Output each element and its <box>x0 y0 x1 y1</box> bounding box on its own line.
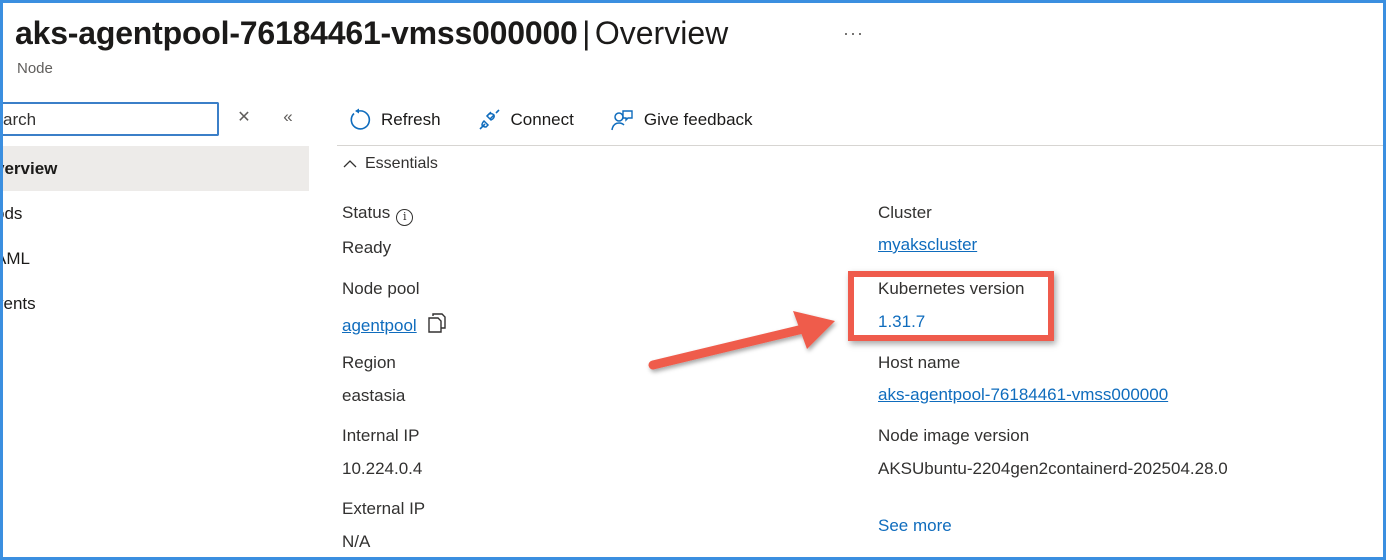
sidebar-nav: verview ods AML vents <box>3 146 309 326</box>
sidebar-item-events[interactable]: vents <box>3 281 309 326</box>
page-title: aks-agentpool-76184461-vmss000000 | Over… <box>15 15 728 52</box>
sidebar-item-overview[interactable]: verview <box>3 146 309 191</box>
chevron-up-icon <box>343 157 359 172</box>
screenshot-frame: aks-agentpool-76184461-vmss000000 | Over… <box>0 0 1386 560</box>
toolbar-divider <box>337 145 1383 146</box>
title-separator: | <box>582 15 591 51</box>
annotation-highlight-box <box>848 271 1054 341</box>
status-value: Ready <box>342 238 392 257</box>
node-pool-label: Node pool <box>342 279 420 298</box>
search-input[interactable]: arch <box>3 102 219 136</box>
connect-label: Connect <box>510 110 574 129</box>
sidebar-item-label: verview <box>3 159 58 178</box>
status-label: Status i <box>342 203 414 226</box>
sidebar-item-pods[interactable]: ods <box>3 191 309 236</box>
region-label: Region <box>342 353 396 372</box>
node-pool-link[interactable]: agentpool <box>342 316 417 335</box>
external-ip-value: N/A <box>342 532 371 551</box>
section-name: Overview <box>594 15 729 51</box>
internal-ip-label: Internal IP <box>342 426 420 445</box>
node-image-version-value: AKSUbuntu-2204gen2containerd-202504.28.0 <box>878 459 1228 478</box>
cluster-label: Cluster <box>878 203 932 222</box>
plug-icon <box>478 109 500 130</box>
sidebar-item-label: AML <box>3 249 30 268</box>
more-actions-button[interactable]: ··· <box>843 23 864 44</box>
copy-icon[interactable] <box>427 312 447 334</box>
internal-ip-value: 10.224.0.4 <box>342 459 423 478</box>
info-icon[interactable]: i <box>396 209 414 226</box>
refresh-icon <box>350 108 371 130</box>
external-ip-label: External IP <box>342 499 426 518</box>
essentials-label: Essentials <box>365 155 438 172</box>
essentials-toggle[interactable]: Essentials <box>343 155 438 173</box>
sidebar-item-yaml[interactable]: AML <box>3 236 309 281</box>
resource-type: Node <box>17 60 53 77</box>
clear-search-button[interactable]: ✕ <box>236 107 252 127</box>
feedback-icon <box>611 110 633 131</box>
connect-button[interactable]: Connect <box>467 108 574 132</box>
annotation-arrow-icon <box>648 311 835 370</box>
cluster-link[interactable]: myakscluster <box>878 235 977 255</box>
node-pool-field: agentpool <box>342 312 447 336</box>
search-input-value: arch <box>3 110 37 129</box>
region-value: eastasia <box>342 386 406 405</box>
sidebar-item-label: vents <box>3 294 36 313</box>
host-name-link[interactable]: aks-agentpool-76184461-vmss000000 <box>878 385 1168 405</box>
status-label-text: Status <box>342 203 391 222</box>
resource-name: aks-agentpool-76184461-vmss000000 <box>15 15 578 51</box>
sidebar-item-label: ods <box>3 204 23 223</box>
node-image-version-label: Node image version <box>878 426 1030 445</box>
refresh-label: Refresh <box>381 110 441 129</box>
collapse-sidebar-button[interactable]: « <box>278 107 298 127</box>
see-more-link[interactable]: See more <box>878 516 952 536</box>
refresh-button[interactable]: Refresh <box>337 108 441 132</box>
command-bar: Refresh Connect Give feedback <box>337 103 779 137</box>
feedback-label: Give feedback <box>643 110 753 129</box>
give-feedback-button[interactable]: Give feedback <box>600 108 753 132</box>
host-name-label: Host name <box>878 353 961 372</box>
